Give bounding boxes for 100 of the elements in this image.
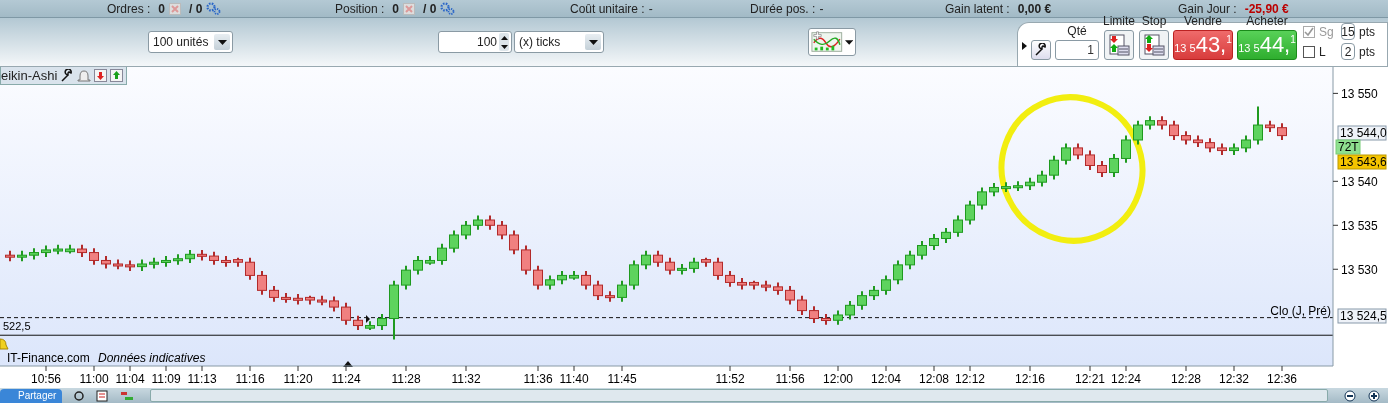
zoom-out-icon[interactable] (1344, 389, 1356, 402)
candlestick (269, 284, 279, 303)
sell-alert-icon[interactable] (94, 69, 108, 82)
document-icon[interactable] (96, 389, 109, 402)
limit-order-button[interactable] (1104, 30, 1134, 60)
chart-tab[interactable]: eikin-Ashi (0, 67, 128, 85)
indicator-button[interactable] (808, 28, 856, 56)
gear-icon[interactable] (206, 2, 222, 15)
time-axis-label: 11:00 (79, 372, 109, 386)
time-axis-label: 11:36 (523, 372, 553, 386)
wrench-icon[interactable] (60, 68, 75, 83)
candlestick (941, 226, 951, 244)
candlestick (989, 182, 999, 198)
quantity-label: Qté (1067, 24, 1087, 38)
candlestick (545, 274, 555, 291)
time-axis-label: 11:13 (187, 372, 217, 386)
time-axis-label: 12:04 (871, 372, 901, 386)
candlestick (401, 264, 411, 291)
candlestick (773, 281, 783, 296)
candlestick (761, 279, 771, 293)
candlestick (677, 263, 687, 276)
tick-count-spinner[interactable]: 100 (438, 31, 512, 53)
candlestick (137, 258, 147, 272)
price-tag: 72T (1335, 139, 1361, 155)
candlestick (1157, 115, 1167, 131)
scrollbar[interactable] (150, 389, 1328, 402)
candlestick (1121, 134, 1131, 164)
candlestick (1073, 142, 1083, 161)
option-label: L (1319, 44, 1327, 59)
candlestick (1169, 119, 1179, 141)
price-tag: 13 543,6 (1337, 154, 1387, 170)
checkbox[interactable] (1303, 45, 1315, 58)
expand-icon[interactable] (1022, 42, 1027, 50)
quantity-field[interactable]: 1 (1055, 40, 1099, 60)
candlestick (341, 301, 351, 326)
candlestick (425, 255, 435, 266)
time-axis-label: 11:20 (283, 372, 313, 386)
candlestick (5, 249, 15, 263)
candlestick (461, 219, 471, 241)
candlestick (1133, 119, 1143, 146)
tick-unit-dropdown[interactable]: (x) ticks (514, 31, 604, 53)
bell-icon (0, 338, 9, 350)
candlestick (785, 284, 795, 306)
candlestick (17, 249, 27, 263)
link-icon[interactable] (74, 390, 85, 401)
candlestick (377, 313, 387, 331)
time-axis-label: 12:12 (955, 372, 985, 386)
status-value: -25,90 € (1244, 1, 1289, 16)
price-tag: 13 544,0 (1337, 125, 1387, 141)
time-axis-label: 11:45 (607, 372, 637, 386)
candlestick (29, 247, 39, 261)
share-button[interactable]: Partager (0, 389, 63, 403)
time-axis-label: 10:56 (31, 372, 61, 386)
zoom-in-icon[interactable] (1368, 389, 1380, 402)
candlestick (1265, 119, 1275, 134)
time-axis-label: 11:09 (151, 372, 181, 386)
points-unit: pts (1359, 24, 1376, 39)
source-label: IT-Finance.com (7, 351, 90, 365)
caret-icon (588, 39, 598, 45)
buy-alert-icon[interactable] (110, 69, 124, 82)
stop-label: Stop (1141, 14, 1167, 28)
candlestick (485, 214, 495, 231)
candlestick (305, 294, 315, 306)
candlestick (1193, 134, 1203, 149)
caret-icon (844, 39, 853, 45)
status-value: / 0 (423, 1, 437, 16)
time-axis-label: 11:24 (331, 372, 361, 386)
points-field[interactable]: 2 (1341, 43, 1355, 60)
caret-icon (217, 39, 227, 45)
candlestick (977, 186, 987, 211)
candlestick (161, 255, 171, 268)
candlestick (317, 294, 327, 307)
gear-icon[interactable] (440, 2, 456, 15)
candlestick (329, 295, 339, 313)
status-label: Position : (335, 1, 385, 16)
bars-icon[interactable] (120, 389, 135, 402)
candlestick (257, 270, 267, 296)
candlestick (101, 255, 111, 270)
sell-label: Vendre (1184, 14, 1223, 28)
candlestick (125, 259, 135, 272)
status-value: 0 (392, 1, 400, 16)
candlestick (89, 247, 99, 266)
candlestick (569, 270, 579, 281)
candlestick (605, 290, 615, 303)
status-label: Ordres : (107, 1, 151, 16)
candlestick (41, 244, 51, 258)
position-marker-icon (343, 361, 353, 367)
candlestick (149, 256, 159, 270)
candlestick (833, 309, 843, 326)
quantity-dropdown[interactable]: 100 unités (148, 31, 233, 53)
stop-order-button[interactable] (1139, 30, 1169, 60)
candlestick (77, 243, 87, 258)
candlestick (629, 259, 639, 291)
time-axis-label: 11:52 (715, 372, 745, 386)
candlestick (173, 253, 183, 266)
candlestick (1277, 122, 1287, 141)
candlestick (797, 294, 807, 316)
candlestick (209, 250, 219, 266)
time-axis-label: 11:32 (451, 372, 481, 386)
candlestick (365, 320, 375, 331)
